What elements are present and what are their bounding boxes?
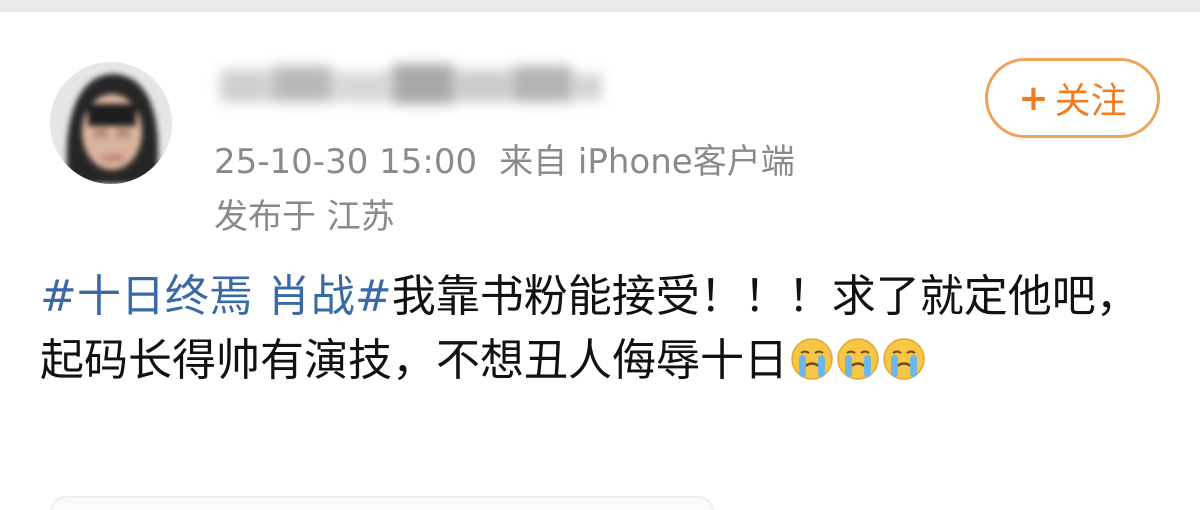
follow-button[interactable]: + 关注 xyxy=(985,58,1160,138)
post-timestamp: 25-10-30 15:00 xyxy=(214,142,478,182)
post-source: 来自 iPhone客户端 xyxy=(499,142,795,182)
crying-face-icon xyxy=(790,337,834,381)
quoted-card-edge[interactable] xyxy=(50,496,714,510)
post-meta: 25-10-30 15:00 来自 iPhone客户端 xyxy=(214,140,795,184)
avatar[interactable] xyxy=(50,62,172,184)
plus-icon: + xyxy=(1018,77,1049,119)
topic-hashtag-link[interactable]: #十日终焉 肖战# xyxy=(40,271,392,322)
post-content: #十日终焉 肖战#我靠书粉能接受！！！求了就定他吧，起码长得帅有演技，不想丑人侮… xyxy=(40,265,1170,393)
crying-face-icon xyxy=(836,337,880,381)
top-divider-strip xyxy=(0,0,1200,12)
avatar-image xyxy=(50,62,172,184)
follow-button-label: 关注 xyxy=(1054,81,1127,122)
username-blurred[interactable] xyxy=(210,62,610,110)
post-location: 发布于 江苏 xyxy=(214,197,395,237)
crying-face-icon xyxy=(882,337,926,381)
